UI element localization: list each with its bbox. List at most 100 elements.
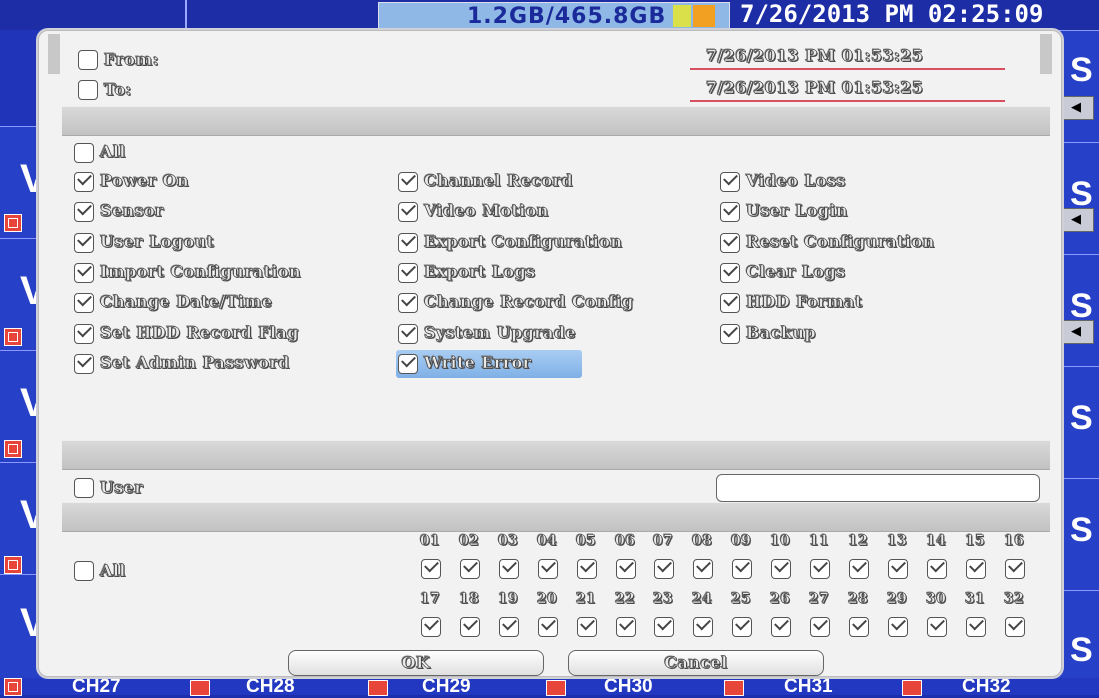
cancel-button[interactable]: Cancel (568, 650, 824, 676)
channel-checkbox[interactable] (732, 559, 752, 579)
from-checkbox[interactable] (78, 50, 98, 70)
channel-checkbox[interactable] (693, 559, 713, 579)
channel-number: 32 (1004, 591, 1025, 608)
channel-checkbox[interactable] (927, 617, 947, 637)
event-label: Power On (100, 171, 189, 191)
speaker-icon[interactable]: ◀ (1058, 320, 1094, 344)
channel-checkbox[interactable] (616, 617, 636, 637)
from-label: From: (104, 50, 160, 70)
channel-checkbox[interactable] (577, 617, 597, 637)
channel-checkbox[interactable] (460, 559, 480, 579)
event-checkbox[interactable] (720, 233, 740, 253)
event-checkbox[interactable] (398, 354, 418, 374)
event-checkbox[interactable] (74, 324, 94, 344)
channel-checkbox[interactable] (1005, 559, 1025, 579)
event-checkbox[interactable] (720, 263, 740, 283)
channel-number: 16 (1004, 533, 1025, 550)
channel-checkbox[interactable] (693, 617, 713, 637)
channel-checkbox[interactable] (888, 617, 908, 637)
channel-number: 22 (615, 591, 636, 608)
channel-checkbox[interactable] (966, 617, 986, 637)
channel-checkbox[interactable] (810, 559, 830, 579)
event-checkbox[interactable] (74, 354, 94, 374)
channel-checkbox[interactable] (654, 617, 674, 637)
event-checkbox[interactable] (74, 293, 94, 313)
event-label: User Login (746, 201, 848, 221)
from-datetime[interactable]: 7/26/2013 PM 01:53:25 (706, 46, 924, 66)
from-datetime-underline (690, 68, 1005, 70)
events-all-checkbox[interactable] (74, 143, 94, 163)
event-checkbox[interactable] (720, 172, 740, 192)
top-left-label (185, 0, 371, 28)
channel-checkbox[interactable] (460, 617, 480, 637)
channel-number: 28 (848, 591, 869, 608)
ok-button[interactable]: OK (288, 650, 544, 676)
events-all-label: All (100, 142, 126, 162)
dialog-scroll-handle-right[interactable] (1040, 34, 1052, 74)
tile-letter: S (1070, 631, 1093, 669)
event-checkbox[interactable] (398, 202, 418, 222)
dialog-scroll-handle-left[interactable] (48, 34, 60, 74)
event-label: Sensor (100, 201, 164, 221)
event-checkbox[interactable] (74, 263, 94, 283)
to-label: To: (104, 80, 132, 100)
channel-checkbox[interactable] (927, 559, 947, 579)
to-datetime[interactable]: 7/26/2013 PM 01:53:25 (706, 78, 924, 98)
speaker-icon[interactable]: ◀ (1058, 96, 1094, 120)
channels-all-checkbox[interactable] (74, 561, 94, 581)
section-divider-bar (62, 440, 1050, 470)
event-checkbox[interactable] (74, 202, 94, 222)
event-checkbox[interactable] (398, 172, 418, 192)
channel-number: 31 (965, 591, 986, 608)
channel-checkbox[interactable] (421, 559, 441, 579)
channel-number: 12 (848, 533, 869, 550)
channel-checkbox[interactable] (966, 559, 986, 579)
channel-checkbox[interactable] (499, 617, 519, 637)
top-status-bar: 1.2GB/465.8GB 7/26/2013 PM 02:25:09 (0, 0, 1099, 30)
channel-checkbox[interactable] (888, 559, 908, 579)
user-checkbox[interactable] (74, 478, 94, 498)
event-checkbox[interactable] (398, 324, 418, 344)
channel-checkbox[interactable] (654, 559, 674, 579)
hdd-usage-segment-yellow (673, 5, 691, 27)
event-label: Video Loss (746, 171, 846, 191)
channel-number: 01 (420, 533, 441, 550)
event-checkbox[interactable] (398, 293, 418, 313)
channel-checkbox[interactable] (616, 559, 636, 579)
channel-checkbox[interactable] (732, 617, 752, 637)
event-checkbox[interactable] (398, 263, 418, 283)
channel-number: 14 (926, 533, 947, 550)
event-checkbox[interactable] (720, 324, 740, 344)
user-input[interactable] (716, 474, 1040, 502)
channel-checkbox[interactable] (577, 559, 597, 579)
channel-checkbox[interactable] (499, 559, 519, 579)
film-icon (724, 680, 744, 696)
channel-checkbox[interactable] (1005, 617, 1025, 637)
event-checkbox[interactable] (398, 233, 418, 253)
film-icon (4, 440, 22, 458)
channel-number: 21 (576, 591, 597, 608)
channel-checkbox[interactable] (771, 559, 791, 579)
channel-checkbox[interactable] (538, 559, 558, 579)
hdd-usage-text: 1.2GB/465.8GB (467, 4, 667, 29)
event-checkbox[interactable] (720, 202, 740, 222)
speaker-icon[interactable]: ◀ (1058, 208, 1094, 232)
event-checkbox[interactable] (720, 293, 740, 313)
event-label: Video Motion (424, 201, 549, 221)
film-icon (4, 328, 22, 346)
to-checkbox[interactable] (78, 80, 98, 100)
event-checkbox[interactable] (74, 172, 94, 192)
channel-checkbox[interactable] (421, 617, 441, 637)
channel-checkbox[interactable] (849, 617, 869, 637)
event-label: Set Admin Password (100, 353, 290, 373)
channel-checkbox[interactable] (810, 617, 830, 637)
film-icon (4, 214, 22, 232)
system-clock: 7/26/2013 PM 02:25:09 (740, 0, 1043, 28)
channel-checkbox[interactable] (849, 559, 869, 579)
channel-checkbox[interactable] (771, 617, 791, 637)
channel-checkbox[interactable] (538, 617, 558, 637)
event-label: Export Configuration (424, 232, 623, 252)
event-checkbox[interactable] (74, 233, 94, 253)
event-label: Channel Record (424, 171, 573, 191)
channel-number: 07 (653, 533, 674, 550)
